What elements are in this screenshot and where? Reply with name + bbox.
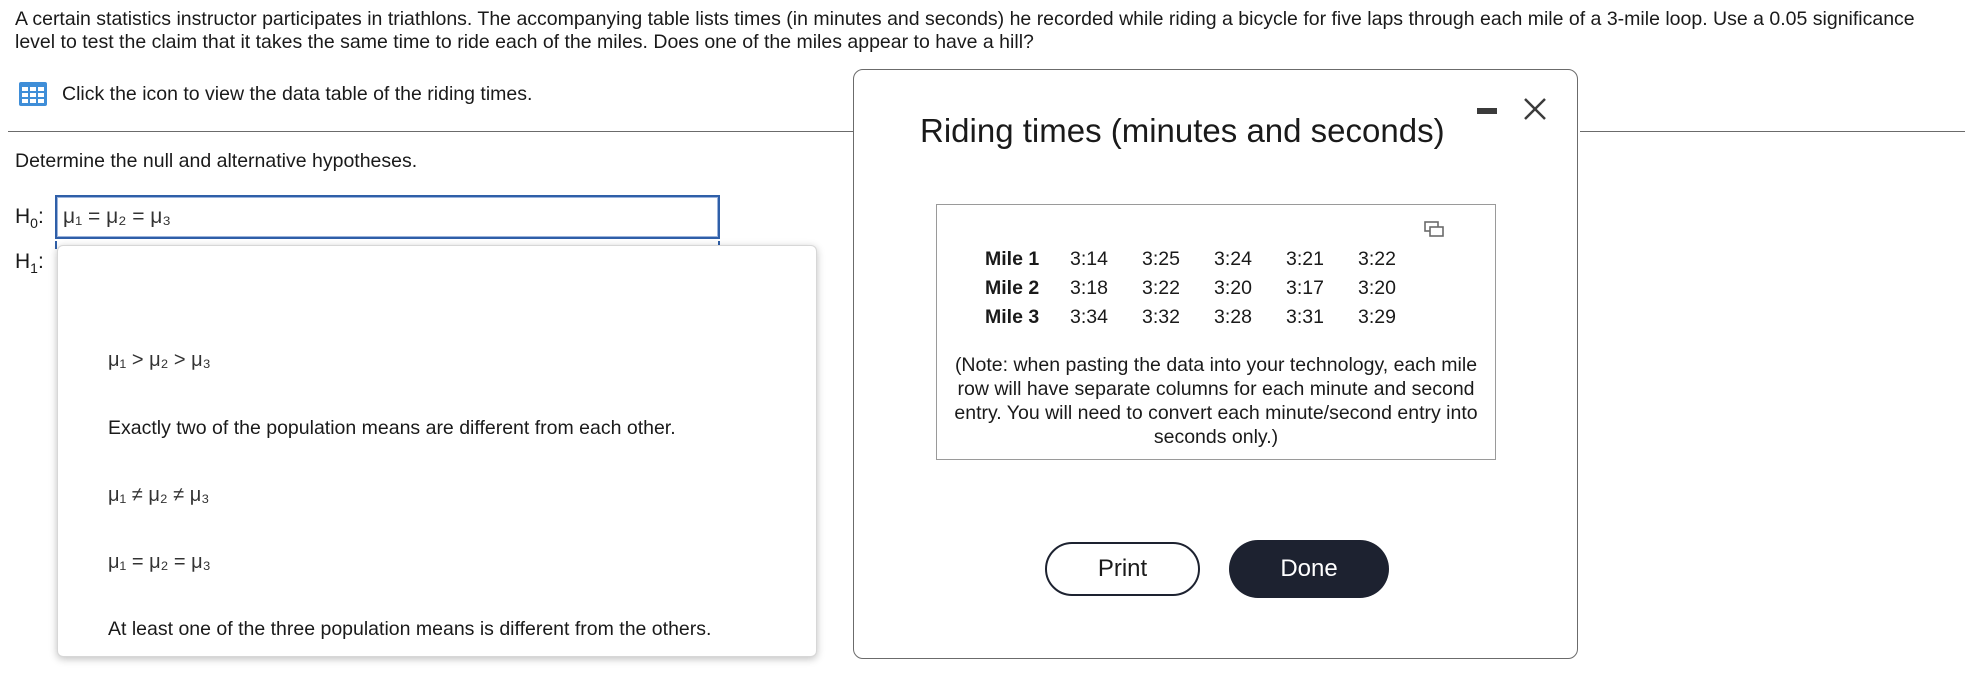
table-cell: 3:20 [1358,277,1396,299]
h0-selected-value: μ₁ = μ₂ = μ₃ [63,205,171,228]
data-table-link[interactable]: Click the icon to view the data table of… [18,80,532,108]
table-row: Mile 2 3:18 3:22 3:20 3:17 3:20 [985,274,1418,303]
dropdown-option[interactable]: μ₁ > μ₂ > μ₃ [108,345,211,375]
table-cell: 3:34 [1070,306,1108,328]
minimize-icon[interactable] [1477,108,1497,114]
table-cell: 3:20 [1214,277,1252,299]
table-cell: 3:21 [1286,248,1324,270]
dropdown-option[interactable]: μ₁ = μ₂ = μ₃ [108,547,211,577]
table-cell: 3:32 [1142,306,1180,328]
question-text: A certain statistics instructor particip… [15,8,1915,53]
table-cell: 3:31 [1286,306,1324,328]
print-button[interactable]: Print [1045,542,1200,596]
table-cell: 3:28 [1214,306,1252,328]
dropdown-option[interactable]: At least one of the three population mea… [108,614,711,644]
row-label: Mile 2 [985,277,1040,299]
table-row: Mile 1 3:14 3:25 3:24 3:21 3:22 [985,245,1418,274]
data-table-link-label[interactable]: Click the icon to view the data table of… [62,83,532,106]
table-cell: 3:25 [1142,248,1180,270]
riding-times-table: Mile 1 3:14 3:25 3:24 3:21 3:22 Mile 2 3… [985,245,1418,332]
table-cell: 3:18 [1070,277,1108,299]
h1-dropdown-menu: μ₁ > μ₂ > μ₃ Exactly two of the populati… [57,245,817,657]
row-label: Mile 3 [985,306,1040,328]
dropdown-option[interactable]: μ₁ ≠ μ₂ ≠ μ₃ [108,480,209,510]
dropdown-option[interactable]: Exactly two of the population means are … [108,413,676,443]
table-cell: 3:22 [1142,277,1180,299]
table-cell: 3:29 [1358,306,1396,328]
table-row: Mile 3 3:34 3:32 3:28 3:31 3:29 [985,303,1418,332]
h1-label: H1: [15,250,44,276]
divider [8,131,853,132]
table-cell: 3:17 [1286,277,1324,299]
copy-icon[interactable] [1424,221,1444,237]
table-cell: 3:14 [1070,248,1108,270]
h0-label: H0: [15,205,44,231]
hypotheses-prompt: Determine the null and alternative hypot… [15,150,418,172]
table-icon[interactable] [18,81,48,107]
divider [1580,131,1965,132]
table-cell: 3:24 [1214,248,1252,270]
h0-select[interactable]: μ₁ = μ₂ = μ₃ [55,195,720,239]
data-note: (Note: when pasting the data into your t… [954,354,1478,448]
close-icon[interactable] [1522,96,1548,122]
done-button[interactable]: Done [1229,540,1389,598]
dialog-title: Riding times (minutes and seconds) [920,112,1445,149]
table-cell: 3:22 [1358,248,1396,270]
row-label: Mile 1 [985,248,1040,270]
